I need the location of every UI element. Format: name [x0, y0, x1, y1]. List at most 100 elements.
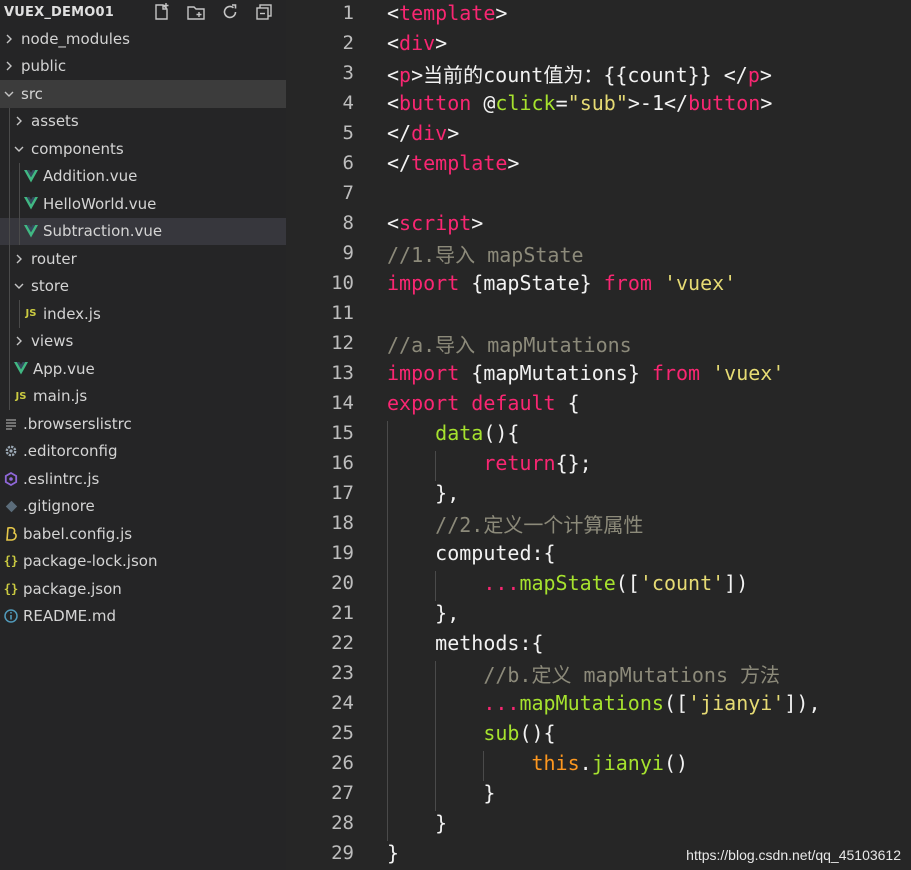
code-line[interactable]: 5 </div> [286, 118, 911, 148]
code-token: div [411, 121, 448, 145]
code-line[interactable]: 6 </template> [286, 148, 911, 178]
folder-item[interactable]: views [0, 328, 286, 356]
folder-item[interactable]: store [0, 273, 286, 301]
code-line[interactable]: 11 [286, 298, 911, 328]
code-token: >当前的count值为：{{count}} </ [411, 62, 748, 87]
code-line[interactable]: 15 data(){ [286, 418, 911, 448]
code-line[interactable]: 18 //2.定义一个计算属性 [286, 508, 911, 538]
code-line[interactable]: 8 <script> [286, 208, 911, 238]
file-item[interactable]: {} package-lock.json [0, 548, 286, 576]
code-line[interactable]: 26 this.jianyi() [286, 748, 911, 778]
folder-item[interactable]: node_modules [0, 25, 286, 53]
explorer-sidebar: VUEX_DEMO01 node_modules public src assets c… [0, 0, 286, 870]
file-item[interactable]: .gitignore [0, 493, 286, 521]
code-token: } [435, 811, 448, 835]
tree-item-label: .browserslistrc [23, 414, 132, 433]
code-token: (){ [519, 721, 556, 745]
code-token: < [387, 31, 400, 55]
code-token: methods:{ [435, 631, 544, 655]
tree-item-label: store [31, 277, 69, 296]
indent-guide [435, 571, 437, 601]
code-line[interactable]: 3 <p>当前的count值为：{{count}} </p> [286, 58, 911, 88]
file-item[interactable]: JS index.js [0, 300, 286, 328]
code-line[interactable]: 13 import {mapMutations} from 'vuex' [286, 358, 911, 388]
file-item[interactable]: {} package.json [0, 575, 286, 603]
tree-item-label: .gitignore [23, 497, 95, 516]
code-token: ]), [784, 691, 821, 715]
code-token: } [387, 841, 400, 865]
code-text: ...mapState(['count']) [483, 571, 748, 595]
file-item[interactable]: JS main.js [0, 383, 286, 411]
folder-item[interactable]: public [0, 53, 286, 81]
code-text: //a.导入 mapMutations [387, 329, 632, 358]
new-file-icon[interactable] [152, 2, 172, 22]
code-line[interactable]: 17}, [286, 478, 911, 508]
tree-item-label: src [21, 84, 43, 103]
new-folder-icon[interactable] [186, 2, 206, 22]
code-text: <button @click="sub">-1</button> [387, 91, 772, 115]
code-token: ([ [615, 571, 640, 595]
code-line[interactable]: 12 //a.导入 mapMutations [286, 328, 911, 358]
line-number: 4 [342, 92, 354, 114]
code-token: script [399, 211, 472, 235]
code-text: this.jianyi() [531, 751, 688, 775]
line-number: 20 [331, 572, 354, 594]
code-line[interactable]: 14 export default { [286, 388, 911, 418]
code-line[interactable]: 28} [286, 808, 911, 838]
file-item[interactable]: App.vue [0, 355, 286, 383]
code-line[interactable]: 25 sub(){ [286, 718, 911, 748]
file-item[interactable]: babel.config.js [0, 520, 286, 548]
file-item[interactable]: .editorconfig [0, 438, 286, 466]
file-item[interactable]: Subtraction.vue [0, 217, 286, 245]
code-line[interactable]: 10 import {mapState} from 'vuex' [286, 268, 911, 298]
file-item[interactable]: Addition.vue [0, 163, 286, 191]
folder-item[interactable]: components [0, 135, 286, 163]
text-file-icon [3, 418, 19, 430]
code-token: > [760, 91, 773, 115]
code-line[interactable]: 22 methods:{ [286, 628, 911, 658]
line-number: 18 [331, 512, 354, 534]
code-editor[interactable]: 1 <template> 2 <div> 3 <p>当前的count值为：{{count}… [286, 0, 911, 870]
file-item[interactable]: .eslintrc.js [0, 465, 286, 493]
code-token: button [399, 91, 472, 115]
code-line[interactable]: 21}, [286, 598, 911, 628]
code-line[interactable]: 16 return{}; [286, 448, 911, 478]
file-item[interactable]: README.md [0, 603, 286, 631]
file-item[interactable]: HelloWorld.vue [0, 190, 286, 218]
line-number: 10 [331, 272, 354, 294]
file-item[interactable]: .browserslistrc [0, 410, 286, 438]
code-line[interactable]: 27} [286, 778, 911, 808]
code-line[interactable]: 24 ...mapMutations(['jianyi']), [286, 688, 911, 718]
code-line[interactable]: 7 [286, 178, 911, 208]
explorer-title: VUEX_DEMO01 [4, 5, 114, 20]
code-token: (){ [483, 421, 520, 445]
collapse-all-icon[interactable] [254, 2, 274, 22]
folder-item[interactable]: assets [0, 108, 286, 136]
code-line[interactable]: 20 ...mapState(['count']) [286, 568, 911, 598]
code-line[interactable]: 9 //1.导入 mapState [286, 238, 911, 268]
chevron-right-icon [16, 254, 22, 264]
folder-item[interactable]: router [0, 245, 286, 273]
code-line[interactable]: 2 <div> [286, 28, 911, 58]
indent-guide [435, 451, 437, 481]
line-number: 19 [331, 542, 354, 564]
vscode-window: { "explorer": { "title": "VUEX_DEMO01", … [0, 0, 911, 870]
code-line[interactable]: 1 <template> [286, 0, 911, 28]
code-token: < [387, 211, 400, 235]
tree-item-label: README.md [23, 607, 117, 626]
code-token: click [495, 91, 556, 115]
line-number: 25 [331, 722, 354, 744]
code-line[interactable]: 23 //b.定义 mapMutations 方法 [286, 658, 911, 688]
code-text: <template> [387, 1, 507, 25]
code-token: sub [483, 721, 520, 745]
refresh-icon[interactable] [220, 2, 240, 22]
code-line[interactable]: 4 <button @click="sub">-1</button> [286, 88, 911, 118]
code-line[interactable]: 19 computed:{ [286, 538, 911, 568]
code-token: { [555, 391, 580, 415]
tree-item-label: package.json [23, 579, 122, 598]
code-token: div [399, 31, 436, 55]
chevron-right-icon [16, 336, 22, 346]
folder-item[interactable]: src [0, 80, 286, 108]
code-text: } [483, 781, 495, 805]
